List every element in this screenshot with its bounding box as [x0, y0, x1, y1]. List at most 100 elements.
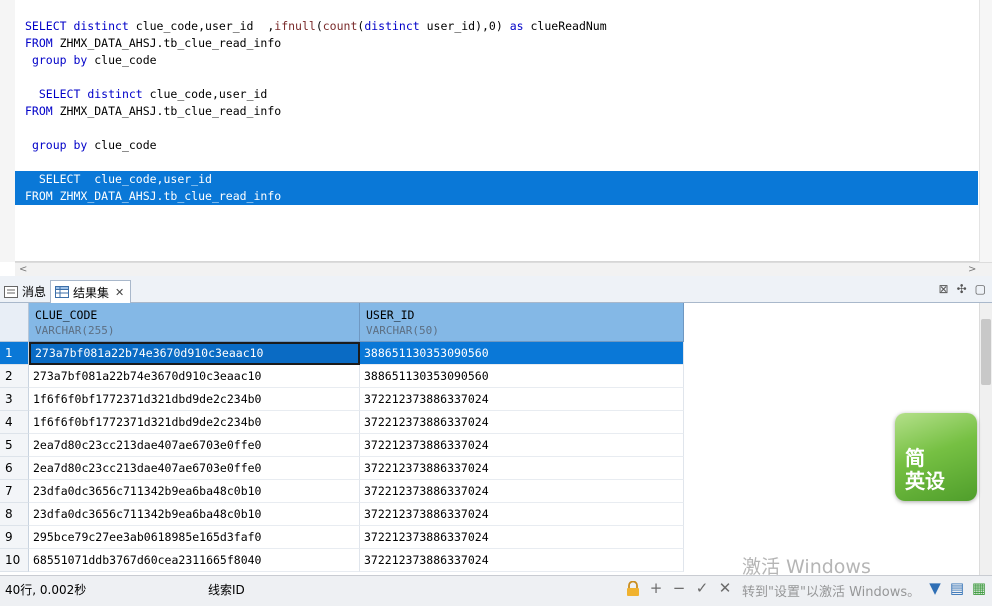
badge-line-1: 简 [905, 446, 925, 470]
cell-clue-code[interactable]: 273a7bf081a22b74e3670d910c3eaac10 [29, 342, 360, 365]
row-number[interactable]: 3 [0, 388, 29, 411]
code-line[interactable]: FROM ZHMX_DATA_AHSJ.tb_clue_read_info [15, 35, 978, 52]
cell-clue-code[interactable]: 2ea7d80c23cc213dae407ae6703e0ffe0 [29, 457, 360, 480]
table-row[interactable]: 5 2ea7d80c23cc213dae407ae6703e0ffe0 372212… [0, 434, 684, 457]
table-row[interactable]: 8 23dfa0dc3656c711342b9ea6ba48c0b10 372212… [0, 503, 684, 526]
table-row[interactable]: 9 295bce79c27ee3ab0618985e165d3faf0 372212… [0, 526, 684, 549]
cell-clue-code[interactable]: 23dfa0dc3656c711342b9ea6ba48c0b10 [29, 503, 360, 526]
row-number[interactable]: 5 [0, 434, 29, 457]
cell-user-id[interactable]: 372212373886337024 [360, 434, 684, 457]
tab-tools: ⊠ ✣ ▢ [939, 282, 986, 296]
tab-result-label: 结果集 [73, 285, 110, 300]
row-number[interactable]: 6 [0, 457, 29, 480]
row-count-label: 40行, 0.002秒 [5, 583, 87, 597]
code-line[interactable] [15, 154, 978, 171]
cell-clue-code[interactable]: 23dfa0dc3656c711342b9ea6ba48c0b10 [29, 480, 360, 503]
column-header-clue-code[interactable]: CLUE_CODE VARCHAR(255) [29, 303, 360, 342]
close-all-icon[interactable]: ⊠ [939, 282, 949, 296]
ime-badge[interactable]: 简 英设 [895, 413, 977, 501]
code-line[interactable] [15, 69, 978, 86]
table-row[interactable]: 6 2ea7d80c23cc213dae407ae6703e0ffe0 372212… [0, 457, 684, 480]
cancel-icon[interactable]: ✕ [716, 579, 734, 597]
form-view-icon[interactable]: ▦ [970, 579, 988, 597]
result-grid[interactable]: CLUE_CODE VARCHAR(255) USER_ID VARCHAR(5… [0, 303, 979, 575]
row-number[interactable]: 2 [0, 365, 29, 388]
table-row[interactable]: 4 1f6f6f0bf1772371d321dbd9de2c234b0 372212… [0, 411, 684, 434]
editor-vertical-scrollbar[interactable] [979, 0, 992, 262]
sql-text: user_id),0) [426, 19, 510, 33]
restore-icon[interactable]: ▢ [975, 282, 986, 296]
cell-user-id[interactable]: 372212373886337024 [360, 457, 684, 480]
code-line[interactable]: FROM ZHMX_DATA_AHSJ.tb_clue_read_info [15, 188, 978, 205]
cell-user-id[interactable]: 388651130353090560 [360, 365, 684, 388]
sql-text: clue_code,user_id [94, 172, 212, 186]
sql-keyword: FROM [25, 104, 60, 118]
cell-user-id[interactable]: 372212373886337024 [360, 526, 684, 549]
activation-hint: 转到"设置"以激活 Windows。 [742, 585, 921, 600]
cell-user-id[interactable]: 372212373886337024 [360, 388, 684, 411]
editor-horizontal-scrollbar[interactable]: < > [15, 262, 992, 276]
sql-editor[interactable]: SELECT distinct clue_code,user_id ,ifnul… [0, 0, 992, 262]
commit-icon[interactable]: ✓ [693, 579, 711, 597]
row-number[interactable]: 10 [0, 549, 29, 572]
cell-clue-code[interactable]: 1f6f6f0bf1772371d321dbd9de2c234b0 [29, 411, 360, 434]
tab-messages-label: 消息 [22, 285, 47, 299]
code-line[interactable] [15, 120, 978, 137]
table-row[interactable]: 3 1f6f6f0bf1772371d321dbd9de2c234b0 372212… [0, 388, 684, 411]
cell-clue-code[interactable]: 68551071ddb3767d60cea2311665f8040 [29, 549, 360, 572]
column-header-user-id[interactable]: USER_ID VARCHAR(50) [360, 303, 684, 342]
cell-clue-code[interactable]: 295bce79c27ee3ab0618985e165d3faf0 [29, 526, 360, 549]
row-number[interactable]: 1 [0, 342, 29, 365]
row-number[interactable]: 9 [0, 526, 29, 549]
messages-icon [4, 285, 18, 298]
code-line[interactable]: group by clue_code [15, 137, 978, 154]
code-line[interactable]: SELECT clue_code,user_id [15, 171, 978, 188]
cell-user-id[interactable]: 372212373886337024 [360, 549, 684, 572]
sql-keyword: group by [31, 53, 95, 67]
code-line[interactable]: SELECT distinct clue_code,user_id [15, 86, 978, 103]
add-row-icon[interactable]: + [647, 579, 665, 597]
table-row[interactable]: 10 68551071ddb3767d60cea2311665f8040 37221… [0, 549, 684, 572]
sql-keyword: SELECT distinct [38, 87, 150, 101]
close-icon[interactable]: ✕ [115, 286, 124, 299]
grid-view-icon[interactable]: ▤ [948, 579, 966, 597]
row-number[interactable]: 4 [0, 411, 29, 434]
sql-text: ( [315, 19, 323, 33]
cell-user-id[interactable]: 372212373886337024 [360, 411, 684, 434]
cell-clue-code[interactable]: 273a7bf081a22b74e3670d910c3eaac10 [29, 365, 360, 388]
sql-code[interactable]: SELECT distinct clue_code,user_id ,ifnul… [15, 18, 978, 205]
grid-view-tools: ▼ ▤ ▦ [926, 579, 988, 597]
grid-header: CLUE_CODE VARCHAR(255) USER_ID VARCHAR(5… [0, 303, 684, 342]
code-line[interactable]: group by clue_code [15, 52, 978, 69]
table-row[interactable]: 1 273a7bf081a22b74e3670d910c3eaac10 388651… [0, 342, 684, 365]
tab-messages[interactable]: 消息 [0, 280, 46, 303]
lock-icon[interactable] [624, 579, 642, 597]
cell-clue-code[interactable]: 1f6f6f0bf1772371d321dbd9de2c234b0 [29, 388, 360, 411]
code-line[interactable]: FROM ZHMX_DATA_AHSJ.tb_clue_read_info [15, 103, 978, 120]
grid-corner[interactable] [0, 303, 29, 342]
cell-clue-code[interactable]: 2ea7d80c23cc213dae407ae6703e0ffe0 [29, 434, 360, 457]
sql-keyword: group by [31, 138, 95, 152]
cell-user-id[interactable]: 372212373886337024 [360, 503, 684, 526]
table-row[interactable]: 2 273a7bf081a22b74e3670d910c3eaac10 388651… [0, 365, 684, 388]
cell-user-id[interactable]: 388651130353090560 [360, 342, 684, 365]
scroll-right-arrow-icon[interactable]: > [968, 263, 976, 276]
row-number[interactable]: 8 [0, 503, 29, 526]
delete-row-icon[interactable]: − [670, 579, 688, 597]
table-row[interactable]: 7 23dfa0dc3656c711342b9ea6ba48c0b10 372212… [0, 480, 684, 503]
grid-vertical-scrollbar[interactable] [979, 303, 992, 575]
scrollbar-thumb[interactable] [981, 319, 991, 385]
pin-icon[interactable]: ✣ [957, 282, 967, 296]
code-line[interactable]: SELECT distinct clue_code,user_id ,ifnul… [15, 18, 978, 35]
table-icon [55, 286, 69, 298]
filter-icon[interactable]: ▼ [926, 579, 944, 597]
cell-user-id[interactable]: 372212373886337024 [360, 480, 684, 503]
row-number[interactable]: 7 [0, 480, 29, 503]
sql-text: clue_code [94, 138, 157, 152]
sql-keyword: as [509, 19, 531, 33]
scroll-left-arrow-icon[interactable]: < [19, 263, 27, 276]
status-bar: 40行, 0.002秒 线索ID + − ✓ ✕ 转到"设置"以激活 Windo… [0, 575, 992, 606]
tab-result-set[interactable]: 结果集 ✕ [50, 280, 132, 303]
column-type: VARCHAR(50) [366, 324, 439, 337]
